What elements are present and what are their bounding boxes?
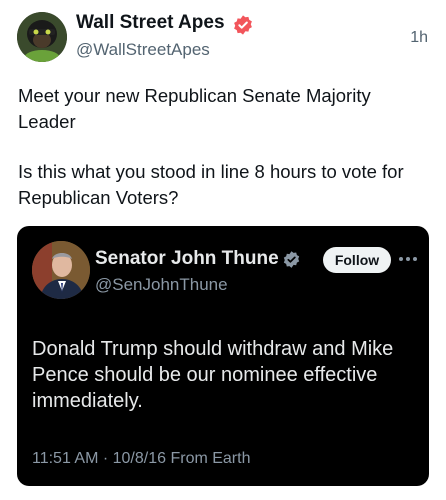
quoted-post-card[interactable]: Senator John Thune @SenJohnThune Follow … (17, 226, 429, 486)
post-body: Meet your new Republican Senate Majority… (18, 83, 428, 211)
gorilla-avatar-icon (17, 12, 67, 62)
quoted-post-meta: 11:51 AM · 10/8/16 From Earth (32, 450, 251, 467)
post-text-line1: Meet your new Republican Senate Majority… (18, 85, 371, 132)
more-options-icon[interactable] (397, 248, 419, 270)
follow-button[interactable]: Follow (323, 247, 391, 273)
quoted-author-handle[interactable]: @SenJohnThune (95, 275, 228, 295)
author-handle[interactable]: @WallStreetApes (76, 40, 210, 60)
post-timestamp[interactable]: 1h (410, 29, 428, 47)
quoted-verified-badge-icon (282, 250, 301, 269)
quoted-post-text: Donald Trump should withdraw and Mike Pe… (32, 338, 394, 412)
quoted-author-name[interactable]: Senator John Thune (95, 248, 279, 270)
post-text-line2: Is this what you stood in line 8 hours t… (18, 161, 404, 208)
person-avatar-icon (32, 241, 90, 299)
quoted-author-avatar[interactable] (32, 241, 90, 299)
social-post: Wall Street Apes @WallStreetApes 1h Meet… (0, 0, 446, 500)
author-name[interactable]: Wall Street Apes (76, 12, 225, 34)
verified-badge-icon (232, 14, 254, 36)
author-avatar[interactable] (17, 12, 67, 62)
